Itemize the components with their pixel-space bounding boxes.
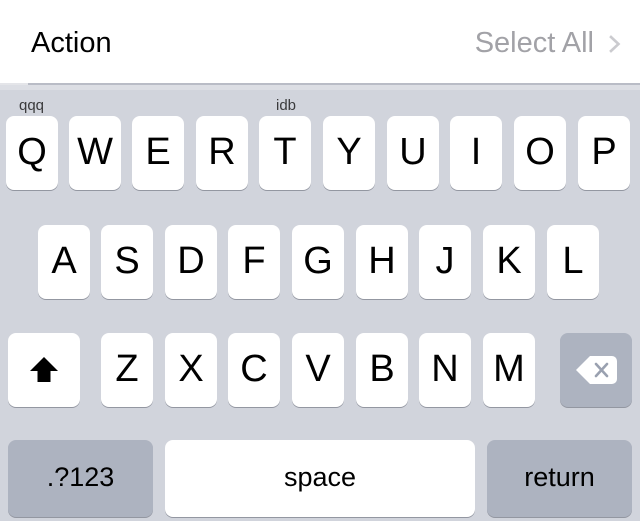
shift-key[interactable] (8, 333, 80, 407)
screen: Action Select All qqq idb Q W E R T Y U … (0, 0, 640, 521)
key-i[interactable]: I (450, 116, 502, 190)
software-keyboard: qqq idb Q W E R T Y U I O P A S D F G H … (0, 85, 640, 521)
key-h[interactable]: H (356, 225, 408, 299)
chevron-right-icon (606, 35, 624, 53)
keyboard-accessory-bar: Action Select All (0, 0, 640, 85)
return-key[interactable]: return (487, 440, 632, 517)
key-c[interactable]: C (228, 333, 280, 407)
key-q[interactable]: Q (6, 116, 58, 190)
key-x[interactable]: X (165, 333, 217, 407)
key-p[interactable]: P (578, 116, 630, 190)
select-all-label: Select All (474, 27, 594, 59)
shift-arrow-icon (27, 353, 61, 387)
key-o[interactable]: O (514, 116, 566, 190)
key-n[interactable]: N (419, 333, 471, 407)
key-u[interactable]: U (387, 116, 439, 190)
key-g[interactable]: G (292, 225, 344, 299)
space-key[interactable]: space (165, 440, 475, 517)
select-all-button[interactable]: Select All (475, 26, 624, 60)
key-z[interactable]: Z (101, 333, 153, 407)
key-y[interactable]: Y (323, 116, 375, 190)
key-m[interactable]: M (483, 333, 535, 407)
key-f[interactable]: F (228, 225, 280, 299)
keyboard-top-strip (0, 85, 640, 90)
key-b[interactable]: B (356, 333, 408, 407)
delete-backward-icon (574, 354, 618, 386)
key-s[interactable]: S (101, 225, 153, 299)
overlay-label-qqq: qqq (19, 97, 45, 114)
key-e[interactable]: E (132, 116, 184, 190)
key-t[interactable]: T (259, 116, 311, 190)
numbers-key[interactable]: .?123 (8, 440, 153, 517)
page-title: Action (31, 27, 112, 59)
overlay-label-idb: idb (276, 97, 297, 114)
key-k[interactable]: K (483, 225, 535, 299)
delete-key[interactable] (560, 333, 632, 407)
key-r[interactable]: R (196, 116, 248, 190)
key-w[interactable]: W (69, 116, 121, 190)
key-l[interactable]: L (547, 225, 599, 299)
key-j[interactable]: J (419, 225, 471, 299)
key-d[interactable]: D (165, 225, 217, 299)
key-v[interactable]: V (292, 333, 344, 407)
key-a[interactable]: A (38, 225, 90, 299)
